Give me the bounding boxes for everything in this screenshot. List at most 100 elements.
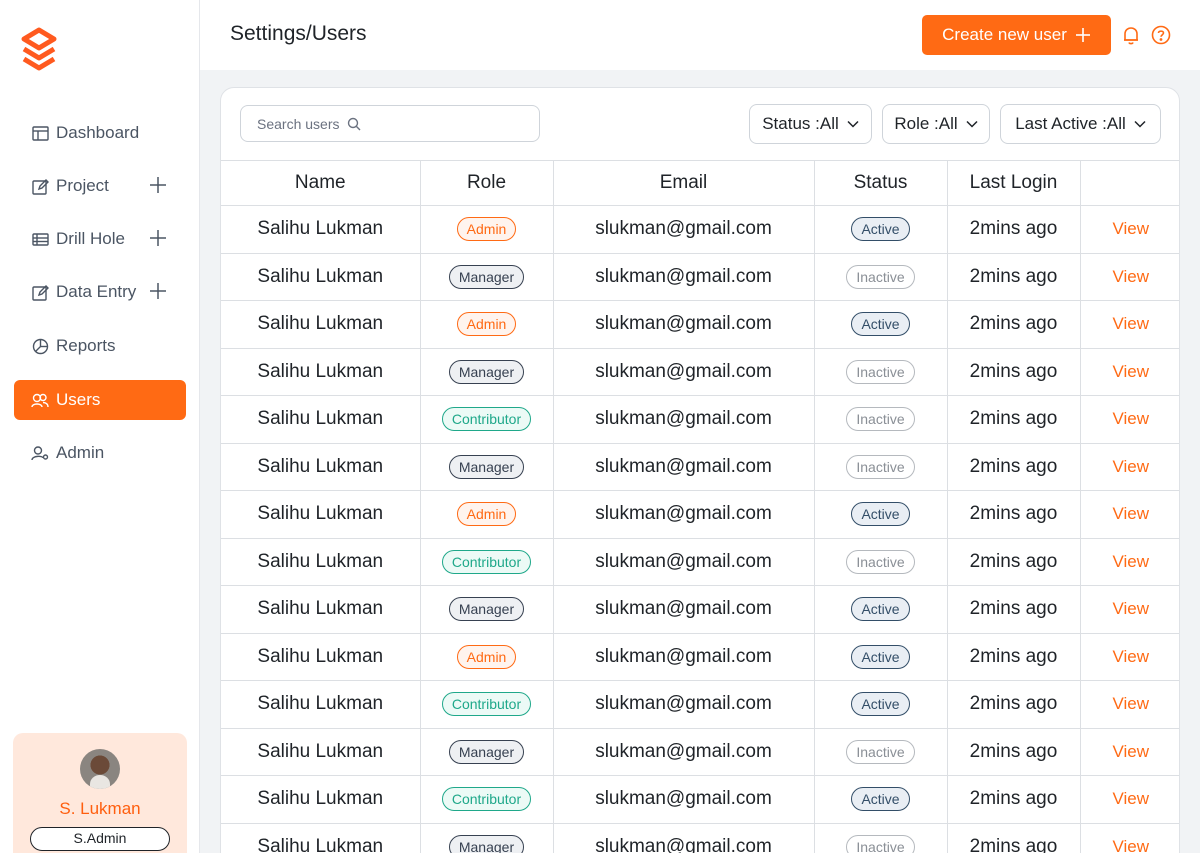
email-cell: slukman@gmail.com bbox=[552, 395, 815, 444]
sidebar-item-reports[interactable]: Reports bbox=[14, 326, 186, 366]
status-badge: Active bbox=[851, 644, 910, 669]
status-cell: Inactive bbox=[813, 252, 948, 301]
column-header-email[interactable]: Email bbox=[552, 160, 815, 206]
view-user-link[interactable]: View bbox=[1112, 599, 1149, 618]
add-data-entry-icon[interactable] bbox=[148, 281, 168, 301]
sidebar-item-drill-hole[interactable]: Drill Hole bbox=[14, 219, 186, 259]
view-user-link[interactable]: View bbox=[1112, 362, 1149, 381]
view-user-link[interactable]: View bbox=[1112, 552, 1149, 571]
role-cell: Contributor bbox=[419, 395, 554, 444]
column-header-last-login[interactable]: Last Login bbox=[946, 160, 1081, 206]
role-badge: Admin bbox=[456, 217, 517, 242]
table-row[interactable]: Salihu Lukman Contributor slukman@gmail.co… bbox=[221, 537, 1179, 586]
action-cell: View bbox=[1079, 300, 1179, 349]
add-project-icon[interactable] bbox=[148, 175, 168, 195]
role-cell: Admin bbox=[419, 490, 554, 539]
status-cell: Inactive bbox=[813, 442, 948, 491]
action-cell: View bbox=[1079, 822, 1179, 853]
table-row[interactable]: Salihu Lukman Contributor slukman@gmail.co… bbox=[221, 395, 1179, 444]
role-badge: Admin bbox=[456, 644, 517, 669]
action-cell: View bbox=[1079, 585, 1179, 634]
column-header-status[interactable]: Status bbox=[813, 160, 948, 206]
sidebar-item-data-entry[interactable]: Data Entry bbox=[14, 272, 186, 312]
table-row[interactable]: Salihu Lukman Admin slukman@gmail.com Activ… bbox=[221, 205, 1179, 254]
view-user-link[interactable]: View bbox=[1112, 742, 1149, 761]
action-cell: View bbox=[1079, 680, 1179, 729]
action-cell: View bbox=[1079, 395, 1179, 444]
status-cell: Inactive bbox=[813, 727, 948, 776]
sidebar-item-users[interactable]: Users bbox=[14, 380, 186, 420]
add-drill-hole-icon[interactable] bbox=[148, 228, 168, 248]
table-row[interactable]: Salihu Lukman Manager slukman@gmail.com Ina… bbox=[221, 822, 1179, 853]
create-new-user-button[interactable]: Create new user bbox=[922, 15, 1111, 55]
sidebar-item-dashboard[interactable]: Dashboard bbox=[14, 113, 186, 153]
table-row[interactable]: Salihu Lukman Contributor slukman@gmail.co… bbox=[221, 775, 1179, 824]
table-row[interactable]: Salihu Lukman Manager slukman@gmail.com Ina… bbox=[221, 252, 1179, 301]
table-row[interactable]: Salihu Lukman Admin slukman@gmail.com Activ… bbox=[221, 632, 1179, 681]
role-cell: Contributor bbox=[419, 537, 554, 586]
last-active-filter-label: Last Active :All bbox=[1015, 114, 1126, 133]
view-user-link[interactable]: View bbox=[1112, 647, 1149, 666]
column-header-role[interactable]: Role bbox=[419, 160, 554, 206]
last-login-cell: 2mins ago bbox=[946, 300, 1081, 349]
action-cell: View bbox=[1079, 252, 1179, 301]
user-name-cell: Salihu Lukman bbox=[221, 680, 421, 729]
brand-logo-icon[interactable] bbox=[20, 26, 58, 72]
view-user-link[interactable]: View bbox=[1112, 219, 1149, 238]
table-row[interactable]: Salihu Lukman Admin slukman@gmail.com Activ… bbox=[221, 300, 1179, 349]
user-name-cell: Salihu Lukman bbox=[221, 822, 421, 853]
view-user-link[interactable]: View bbox=[1112, 457, 1149, 476]
table-row[interactable]: Salihu Lukman Manager slukman@gmail.com Ina… bbox=[221, 442, 1179, 491]
plus-icon bbox=[1075, 28, 1090, 42]
table-row[interactable]: Salihu Lukman Manager slukman@gmail.com Ina… bbox=[221, 347, 1179, 396]
role-badge: Manager bbox=[448, 739, 525, 764]
status-cell: Active bbox=[813, 680, 948, 729]
view-user-link[interactable]: View bbox=[1112, 409, 1149, 428]
view-user-link[interactable]: View bbox=[1112, 267, 1149, 286]
view-user-link[interactable]: View bbox=[1112, 694, 1149, 713]
role-filter-label: Role :All bbox=[894, 114, 958, 133]
sidebar-item-label: Data Entry bbox=[56, 282, 137, 301]
view-user-link[interactable]: View bbox=[1112, 504, 1149, 523]
email-cell: slukman@gmail.com bbox=[552, 205, 815, 254]
sidebar-item-project[interactable]: Project bbox=[14, 166, 186, 206]
search-input[interactable]: Search users bbox=[240, 105, 540, 142]
table-row[interactable]: Salihu Lukman Admin slukman@gmail.com Activ… bbox=[221, 490, 1179, 539]
email-cell: slukman@gmail.com bbox=[552, 585, 815, 634]
table-row[interactable]: Salihu Lukman Contributor slukman@gmail.co… bbox=[221, 680, 1179, 729]
user-name-cell: Salihu Lukman bbox=[221, 490, 421, 539]
last-active-filter-dropdown[interactable]: Last Active :All bbox=[1000, 104, 1161, 144]
role-cell: Manager bbox=[419, 822, 554, 853]
view-user-link[interactable]: View bbox=[1112, 837, 1149, 853]
table-header-row: Name Role Email Status Last Login bbox=[221, 160, 1179, 206]
column-header-name[interactable]: Name bbox=[221, 160, 421, 206]
view-user-link[interactable]: View bbox=[1112, 789, 1149, 808]
sidebar-item-label: Admin bbox=[56, 443, 105, 462]
email-cell: slukman@gmail.com bbox=[552, 632, 815, 681]
role-cell: Admin bbox=[419, 205, 554, 254]
table-row[interactable]: Salihu Lukman Manager slukman@gmail.com Ina… bbox=[221, 727, 1179, 776]
role-cell: Contributor bbox=[419, 775, 554, 824]
user-name-cell: Salihu Lukman bbox=[221, 205, 421, 254]
sidebar: Dashboard Project Drill Hole Data Entry … bbox=[0, 0, 200, 853]
status-cell: Active bbox=[813, 775, 948, 824]
user-name-cell: Salihu Lukman bbox=[221, 347, 421, 396]
view-user-link[interactable]: View bbox=[1112, 314, 1149, 333]
bell-icon[interactable] bbox=[1120, 24, 1142, 46]
email-cell: slukman@gmail.com bbox=[552, 775, 815, 824]
avatar[interactable] bbox=[80, 749, 120, 789]
chevron-down-icon bbox=[966, 120, 978, 128]
profile-name: S. Lukman bbox=[59, 799, 141, 818]
table-row[interactable]: Salihu Lukman Manager slukman@gmail.com Act… bbox=[221, 585, 1179, 634]
last-login-cell: 2mins ago bbox=[946, 680, 1081, 729]
profile-card[interactable]: S. Lukman S.Admin bbox=[13, 733, 187, 853]
status-filter-dropdown[interactable]: Status :All bbox=[749, 104, 872, 144]
action-cell: View bbox=[1079, 205, 1179, 254]
email-cell: slukman@gmail.com bbox=[552, 347, 815, 396]
role-filter-dropdown[interactable]: Role :All bbox=[882, 104, 990, 144]
action-cell: View bbox=[1079, 537, 1179, 586]
sidebar-item-admin[interactable]: Admin bbox=[14, 433, 186, 473]
sidebar-item-label: Reports bbox=[56, 336, 116, 355]
user-name-cell: Salihu Lukman bbox=[221, 775, 421, 824]
help-icon[interactable] bbox=[1150, 24, 1172, 46]
